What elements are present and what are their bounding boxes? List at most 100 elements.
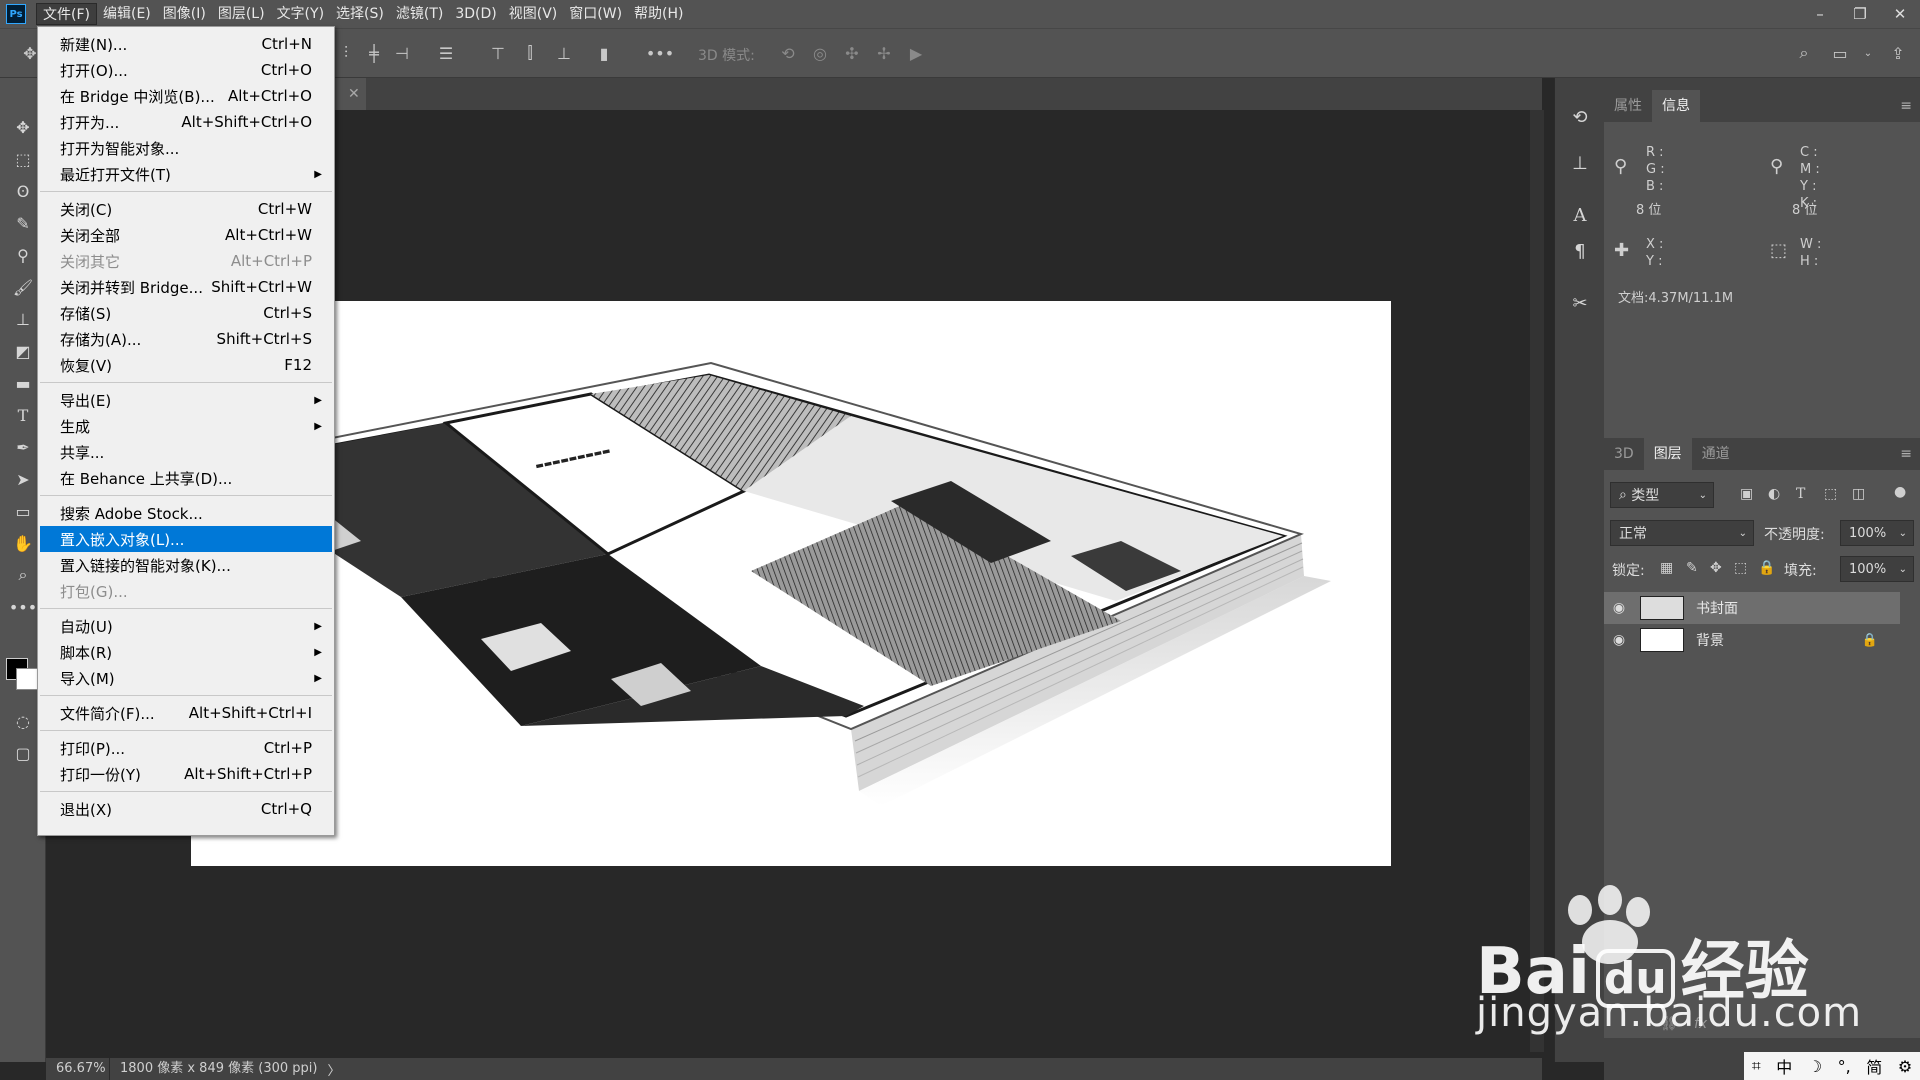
more-icon[interactable]: ••• (9, 594, 37, 620)
file-menu-item[interactable]: 自动(U) ▶ (40, 613, 332, 639)
file-menu-item[interactable]: 退出(X) Ctrl+Q (40, 796, 332, 822)
file-menu-item[interactable]: 脚本(R) ▶ (40, 639, 332, 665)
ime-settings-icon[interactable]: ⚙ (1898, 1057, 1912, 1076)
hand-icon[interactable]: ✋ (10, 530, 36, 556)
share-icon[interactable]: ⇪ (1886, 41, 1910, 65)
eyedropper-icon[interactable]: ⚲ (10, 242, 36, 268)
paragraph-icon[interactable]: ¶ (1565, 236, 1595, 266)
filter-type-icon[interactable]: T (1796, 486, 1805, 502)
ime-toolbar[interactable]: ⌗ 中 ☽ °, 简 ⚙ (1744, 1052, 1920, 1080)
file-menu-item[interactable]: 搜索 Adobe Stock... (40, 500, 332, 526)
file-menu-item[interactable]: 文件简介(F)... Alt+Shift+Ctrl+I (40, 700, 332, 726)
background-color-swatch[interactable] (16, 668, 38, 690)
zoom-level[interactable]: 66.67% (46, 1058, 110, 1080)
status-arrow-icon[interactable]: 〉 (327, 1060, 340, 1079)
zoom-icon[interactable]: ⌕ (10, 562, 36, 588)
menu-2[interactable]: 图像(I) (157, 3, 212, 25)
stamp-icon[interactable]: ⊥ (10, 306, 36, 332)
file-menu-item[interactable]: 最近打开文件(T) ▶ (40, 161, 332, 187)
3d-orbit-icon[interactable]: ⟲ (776, 41, 800, 65)
file-menu-item[interactable]: 打开为... Alt+Shift+Ctrl+O (40, 109, 332, 135)
align-top-icon[interactable]: ⊤ (486, 41, 510, 65)
tab-properties[interactable]: 属性 (1604, 90, 1652, 122)
history-icon[interactable]: ⟲ (1565, 102, 1595, 132)
file-menu-item[interactable]: 关闭(C) Ctrl+W (40, 196, 332, 222)
close-tab-icon[interactable]: ✕ (348, 86, 360, 102)
filter-smart-icon[interactable]: ◫ (1852, 486, 1865, 502)
clone-source-icon[interactable]: ⊥ (1565, 148, 1595, 178)
path-select-icon[interactable]: ➤ (10, 466, 36, 492)
lock-paint-icon[interactable]: ✎ (1686, 560, 1698, 576)
align-middle-icon[interactable]: ╪ (362, 41, 386, 65)
gradient-icon[interactable]: ▬ (10, 370, 36, 396)
blend-mode-select[interactable]: 正常 ⌄ (1610, 520, 1754, 546)
fill-input[interactable]: 100% ⌄ (1840, 556, 1914, 582)
opacity-input[interactable]: 100% ⌄ (1840, 520, 1914, 546)
file-menu-item[interactable]: 置入嵌入对象(L)... (40, 526, 332, 552)
file-menu-item[interactable]: 存储(S) Ctrl+S (40, 300, 332, 326)
file-menu-item[interactable]: 打开(O)... Ctrl+O (40, 57, 332, 83)
tab-channels[interactable]: 通道 (1692, 438, 1740, 470)
file-menu-item[interactable]: 导出(E) ▶ (40, 387, 332, 413)
menu-8[interactable]: 视图(V) (503, 3, 564, 25)
filter-pixel-icon[interactable]: ▣ (1740, 486, 1753, 502)
menu-0[interactable]: 文件(F) (36, 3, 97, 25)
tab-info[interactable]: 信息 (1652, 90, 1700, 122)
brush-icon[interactable]: 🖌 (10, 274, 36, 300)
ime-grid-icon[interactable]: ⌗ (1752, 1056, 1761, 1076)
move-icon[interactable]: ✥ (10, 114, 36, 140)
lock-all-icon[interactable]: 🔒 (1758, 560, 1775, 576)
rectangle-icon[interactable]: ▭ (10, 498, 36, 524)
eraser-icon[interactable]: ◩ (10, 338, 36, 364)
visibility-eye-icon[interactable]: ◉ (1604, 600, 1634, 616)
file-menu-item[interactable]: 新建(N)... Ctrl+N (40, 31, 332, 57)
tab-3d[interactable]: 3D (1604, 438, 1644, 470)
ime-punct-icon[interactable]: °, (1838, 1057, 1851, 1076)
distribute-icon[interactable]: ☰ (434, 41, 458, 65)
filter-shape-icon[interactable]: ⬚ (1824, 486, 1837, 502)
menu-5[interactable]: 选择(S) (330, 3, 390, 25)
close-button[interactable]: ✕ (1880, 0, 1920, 28)
minimize-button[interactable]: – (1800, 0, 1840, 28)
file-menu-item[interactable]: 置入链接的智能对象(K)... (40, 552, 332, 578)
quick-select-icon[interactable]: ✎ (10, 210, 36, 236)
menu-10[interactable]: 帮助(H) (628, 3, 689, 25)
tab-layers[interactable]: 图层 (1643, 438, 1692, 470)
align-right-icon[interactable]: ⊣ (390, 41, 414, 65)
menu-4[interactable]: 文字(Y) (271, 3, 330, 25)
3d-slide-icon[interactable]: ✢ (872, 41, 896, 65)
file-menu-item[interactable]: 在 Bridge 中浏览(B)... Alt+Ctrl+O (40, 83, 332, 109)
menu-6[interactable]: 滤镜(T) (390, 3, 449, 25)
layer-row[interactable]: ◉ 背景 🔒 (1604, 624, 1900, 656)
file-menu-item[interactable]: 打开为智能对象... (40, 135, 332, 161)
ime-chinese-icon[interactable]: 中 (1776, 1054, 1792, 1078)
panel-menu-icon[interactable]: ≡ (1900, 98, 1912, 114)
menu-9[interactable]: 窗口(W) (563, 3, 628, 25)
pen-icon[interactable]: ✒ (10, 434, 36, 460)
visibility-eye-icon[interactable]: ◉ (1604, 632, 1634, 648)
3d-pan-icon[interactable]: ✣ (840, 41, 864, 65)
filter-adjust-icon[interactable]: ◐ (1768, 486, 1780, 502)
workspace-icon[interactable]: ▭ (1828, 41, 1852, 65)
ime-simplified-icon[interactable]: 简 (1866, 1054, 1882, 1078)
3d-roll-icon[interactable]: ◎ (808, 41, 832, 65)
align-vcenter-icon[interactable]: ⫿ (518, 41, 542, 65)
search-icon[interactable]: ⌕ (1792, 41, 1816, 65)
quick-mask-icon[interactable]: ◌ (10, 708, 36, 734)
menu-7[interactable]: 3D(D) (449, 3, 502, 25)
align-center-icon[interactable]: ⫶ (334, 41, 358, 65)
file-menu-item[interactable]: 关闭全部 Alt+Ctrl+W (40, 222, 332, 248)
distribute-h-icon[interactable]: ▮ (592, 41, 616, 65)
file-menu-item[interactable]: 导入(M) ▶ (40, 665, 332, 691)
file-menu-item[interactable]: 恢复(V) F12 (40, 352, 332, 378)
menu-1[interactable]: 编辑(E) (97, 3, 157, 25)
layers-panel-menu-icon[interactable]: ≡ (1900, 446, 1912, 462)
marquee-icon[interactable]: ⬚ (10, 146, 36, 172)
file-menu-item[interactable]: 关闭并转到 Bridge... Shift+Ctrl+W (40, 274, 332, 300)
restore-button[interactable]: ❐ (1840, 0, 1880, 28)
filter-toggle-icon[interactable]: ● (1894, 484, 1906, 500)
more-options-icon[interactable]: ••• (646, 41, 674, 65)
workspace-dropdown-icon[interactable]: ⌄ (1856, 41, 1880, 65)
file-menu-item[interactable]: 打印一份(Y) Alt+Shift+Ctrl+P (40, 761, 332, 787)
document-canvas[interactable]: ▬▬▬▬▬▬▬▬▬ (191, 301, 1391, 866)
